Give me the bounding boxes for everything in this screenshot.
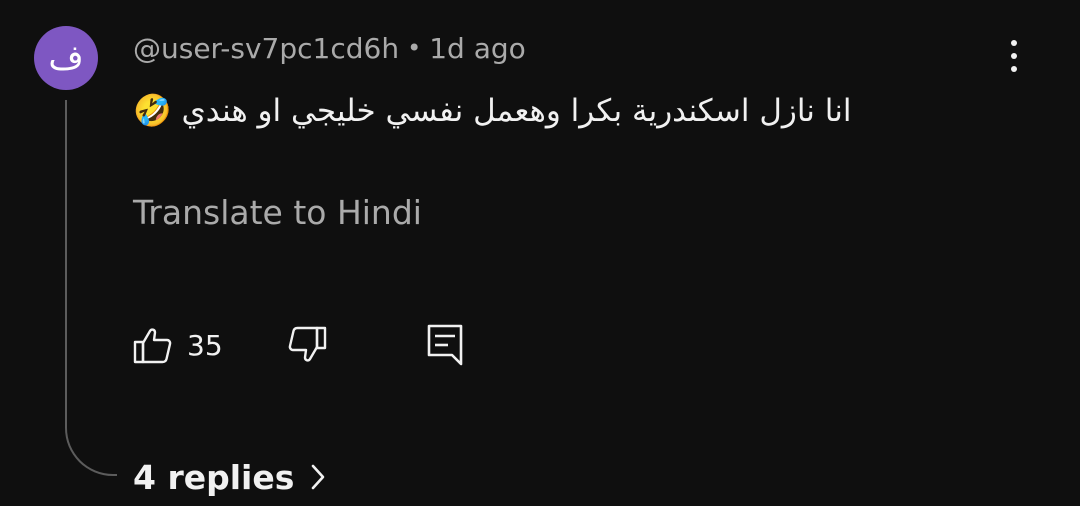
thumbs-up-icon [133, 328, 172, 364]
comment-card: ف @user-sv7pc1cd6h • 1d ago انا نازل اسك… [0, 0, 1080, 506]
username[interactable]: @user-sv7pc1cd6h [133, 32, 399, 65]
like-button[interactable]: 35 [133, 322, 223, 368]
thumbs-down-icon [288, 326, 327, 362]
comment-reply-icon [427, 324, 463, 366]
avatar[interactable]: ف [34, 26, 98, 90]
view-replies-button[interactable]: 4 replies [133, 452, 326, 502]
translate-button[interactable]: Translate to Hindi [133, 190, 422, 236]
replies-label: 4 replies [133, 457, 295, 497]
meta-separator: • [407, 34, 422, 62]
more-vertical-icon-dot [1011, 53, 1017, 59]
more-vertical-icon [1011, 40, 1017, 46]
comment-text: انا نازل اسكندرية بكرا وهعمل نفسي خليجي … [133, 93, 852, 129]
chevron-right-icon [312, 464, 325, 490]
avatar-initial: ف [48, 38, 84, 78]
dislike-button[interactable] [287, 322, 327, 368]
more-vertical-icon-dot [1011, 66, 1017, 72]
reply-button[interactable] [427, 322, 463, 368]
thread-connector-line [65, 100, 117, 476]
comment-actions: 35 [133, 322, 533, 368]
timestamp: 1d ago [429, 31, 526, 65]
more-options-button[interactable] [996, 36, 1032, 76]
comment-meta: @user-sv7pc1cd6h • 1d ago [133, 28, 526, 68]
like-count: 35 [187, 328, 223, 362]
